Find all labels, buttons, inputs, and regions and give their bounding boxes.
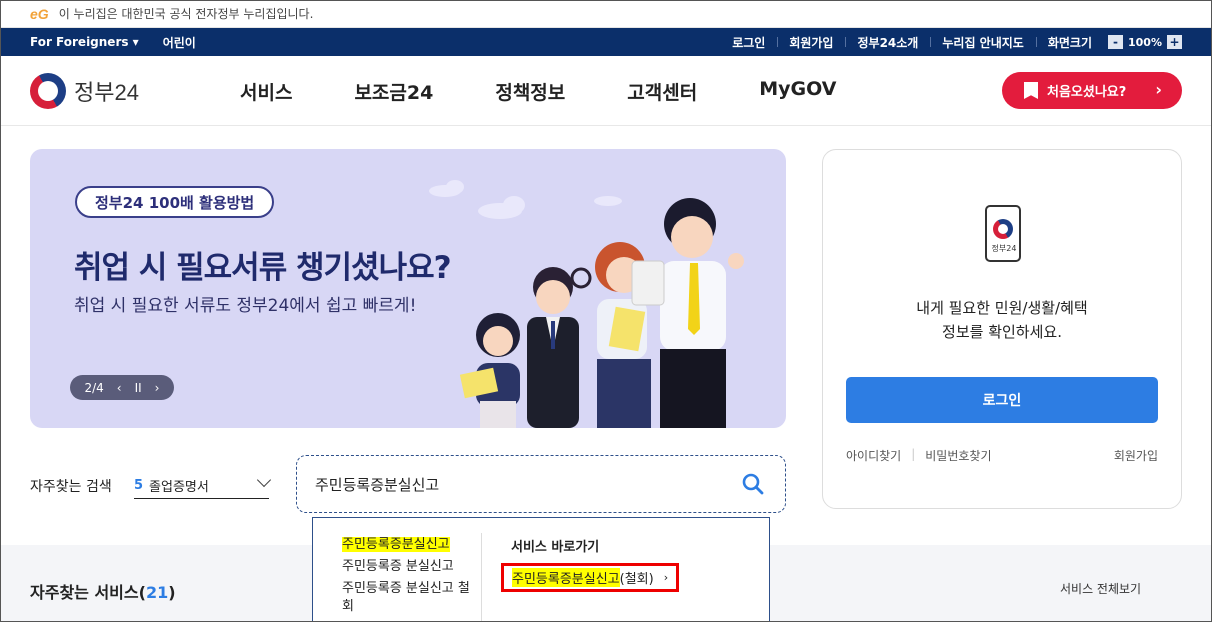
service-shortcut-panel: 서비스 바로가기 주민등록증분실신고 (철회) › [501, 536, 680, 592]
for-foreigners-menu[interactable]: For Foreigners ▾ [30, 35, 151, 49]
find-id-link[interactable]: 아이디찾기 [846, 447, 901, 464]
chevron-right-icon: › [1155, 80, 1162, 99]
zoom-in-button[interactable]: + [1167, 35, 1182, 49]
frequent-search-select[interactable]: 5 졸업증명서 [134, 472, 272, 499]
mobile-phone-icon: 정부24 [985, 205, 1021, 262]
frequent-rank: 5 [134, 478, 144, 493]
search-input[interactable] [315, 473, 735, 495]
login-card: 정부24 내게 필요한 민원/생활/혜택 정보를 확인하세요. 로그인 아이디찾… [822, 149, 1182, 509]
banner-subtext: 취업 시 필요한 서류도 정부24에서 쉽고 빠르게! [74, 296, 417, 316]
main-nav: 서비스 보조금24 정책정보 고객센터 MyGOV [240, 78, 898, 105]
autocomplete-dropdown: 주민등록증분실신고 주민등록증 분실신고 주민등록증 분실신고 철회 서비스 바… [312, 517, 770, 622]
services-count: 21 [145, 583, 169, 602]
bookmark-icon [1024, 82, 1038, 99]
search-box [296, 455, 786, 513]
nav-subsidy24[interactable]: 보조금24 [354, 78, 433, 105]
about-link[interactable]: 정부24소개 [845, 34, 930, 51]
login-button[interactable]: 로그인 [846, 377, 1158, 423]
utility-bar: For Foreigners ▾ 어린이 로그인 회원가입 정부24소개 누리집… [0, 28, 1212, 56]
suggestion-item[interactable]: 주민등록증 분실신고 철회 [342, 580, 472, 616]
signup-link[interactable]: 회원가입 [777, 34, 845, 51]
login-message-line1: 내게 필요한 민원/생활/혜택 [916, 299, 1088, 317]
view-all-services-link[interactable]: 서비스 전체보기 [1060, 580, 1141, 597]
pause-button[interactable]: II [135, 381, 142, 395]
frequent-search-label: 자주찾는 검색 [30, 479, 112, 495]
frequent-term: 졸업증명서 [149, 480, 209, 495]
prev-slide-button[interactable]: ‹ [117, 381, 122, 395]
screen-size-label: 화면크기 [1035, 34, 1104, 51]
next-slide-button[interactable]: › [155, 381, 160, 395]
nav-customer-center[interactable]: 고객센터 [627, 78, 697, 105]
join-link[interactable]: 회원가입 [1114, 447, 1158, 464]
gov-notice-text: 이 누리집은 대한민국 공식 전자정부 누리집입니다. [58, 7, 314, 21]
gov-notice-bar: eG 이 누리집은 대한민국 공식 전자정부 누리집입니다. [0, 0, 1212, 28]
service-shortcut-heading: 서비스 바로가기 [511, 540, 600, 555]
banner-headline: 취업 시 필요서류 챙기셨나요? [74, 250, 452, 286]
zoom-value: 100% [1128, 35, 1162, 49]
egov-logo: eG [30, 5, 49, 22]
login-links: 아이디찾기 | 비밀번호찾기 회원가입 [846, 447, 1158, 464]
login-link[interactable]: 로그인 [720, 34, 777, 51]
suggestion-item[interactable]: 주민등록증분실신고 [342, 536, 472, 554]
kids-link[interactable]: 어린이 [151, 34, 208, 51]
taegeuk-logo-icon [30, 73, 66, 109]
phone-label: 정부24 [991, 244, 1017, 253]
chevron-down-icon [256, 472, 272, 488]
zoom-control: - 100% + [1108, 35, 1182, 49]
banner-pager: 2/4 ‹ II › [70, 375, 174, 400]
suggestion-item[interactable]: 주민등록증 분실신고 [342, 558, 472, 576]
suggestion-list: 주민등록증분실신고 주민등록증 분실신고 주민등록증 분실신고 철회 [342, 536, 472, 620]
first-visit-label: 처음오셨나요? [1047, 85, 1127, 100]
promo-banner[interactable]: 정부24 100배 활용방법 취업 시 필요서류 챙기셨나요? 취업 시 필요한… [30, 149, 786, 428]
find-password-link[interactable]: 비밀번호찾기 [925, 447, 991, 464]
logo-text: 정부24 [74, 80, 139, 105]
site-header: 정부24 서비스 보조금24 정책정보 고객센터 MyGOV 처음오셨나요? › [0, 56, 1212, 126]
login-message: 내게 필요한 민원/생활/혜택 정보를 확인하세요. [823, 296, 1181, 344]
frequent-services-title: 자주찾는 서비스(21) [30, 583, 176, 602]
banner-tag: 정부24 100배 활용방법 [75, 186, 275, 218]
login-message-line2: 정보를 확인하세요. [942, 323, 1062, 341]
site-logo[interactable]: 정부24 [30, 73, 139, 109]
nav-mygov[interactable]: MyGOV [759, 78, 836, 105]
banner-counter: 2/4 [84, 380, 104, 395]
divider: | [911, 447, 916, 461]
nav-services[interactable]: 서비스 [240, 78, 292, 105]
nav-policy[interactable]: 정책정보 [495, 78, 565, 105]
first-visit-button[interactable]: 처음오셨나요? › [1002, 72, 1182, 109]
chevron-right-icon: › [663, 571, 669, 584]
zoom-out-button[interactable]: - [1108, 35, 1123, 49]
search-icon[interactable] [741, 472, 765, 496]
divider [481, 533, 482, 622]
taegeuk-small-icon [993, 219, 1013, 239]
sitemap-link[interactable]: 누리집 안내지도 [930, 34, 1035, 51]
service-shortcut-link[interactable]: 주민등록증분실신고 (철회) › [501, 563, 680, 592]
